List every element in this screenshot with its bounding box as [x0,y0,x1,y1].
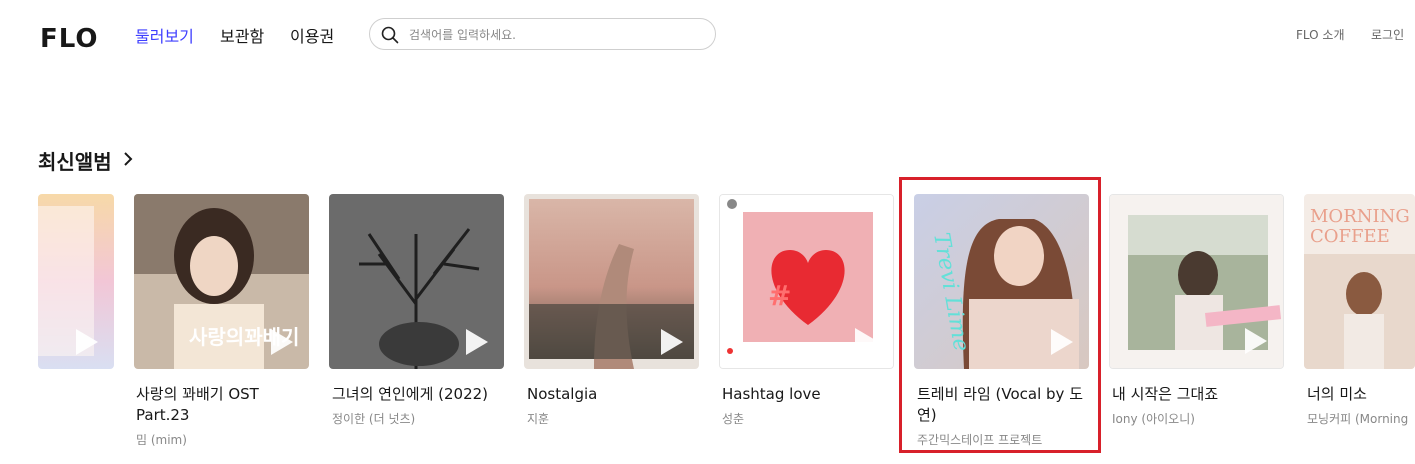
album-cover[interactable]: # [719,194,894,369]
album-artist[interactable]: 모닝커피 (Morning [1307,410,1415,427]
album-cover-partial[interactable] [38,194,114,369]
album-artist[interactable]: 정이한 (더 넛츠) [332,410,508,427]
album-artist[interactable]: 성춘 [722,410,898,427]
svg-text:MORNING: MORNING [1310,206,1410,227]
album-title[interactable]: Nostalgia [527,384,703,405]
album-title[interactable]: 너의 미소 [1307,384,1415,405]
play-icon[interactable] [661,329,683,355]
login-link[interactable]: 로그인 [1371,26,1404,43]
nav-subscription[interactable]: 이용권 [290,23,334,47]
search-input[interactable] [407,25,701,45]
play-icon[interactable] [1051,329,1073,355]
nav-library[interactable]: 보관함 [220,23,264,47]
album-artist[interactable]: Iony (아이오니) [1112,410,1288,427]
album-cover[interactable] [1109,194,1284,369]
search-icon [381,26,399,44]
search-box[interactable] [369,18,716,50]
album-title[interactable]: 그녀의 연인에게 (2022) [332,384,508,405]
svg-text:COFFEE: COFFEE [1310,226,1390,247]
about-flo-link[interactable]: FLO 소개 [1296,26,1345,43]
album-cover[interactable]: 사랑의꽈배기 [134,194,309,369]
album-title[interactable]: Hashtag love [722,384,898,405]
album-artist[interactable]: 밈 (mim) [136,431,312,448]
section-title[interactable]: 최신앨범 [38,146,112,175]
album-cover[interactable] [329,194,504,369]
album-art: MORNING COFFEE [1304,194,1415,369]
play-icon[interactable] [466,329,488,355]
album-title[interactable]: 내 시작은 그대죠 [1112,384,1288,405]
album-artist[interactable]: 지훈 [527,410,703,427]
svg-text:#: # [768,279,791,312]
play-icon[interactable] [76,329,98,355]
flo-logo[interactable]: FLO [40,24,99,54]
play-icon[interactable] [1245,328,1267,354]
chevron-right-icon[interactable] [122,150,134,168]
play-icon[interactable] [855,328,877,354]
nav-browse[interactable]: 둘러보기 [135,23,194,47]
album-title[interactable]: 사랑의 꽈배기 OST Part.23 [136,384,312,426]
album-cover[interactable] [524,194,699,369]
album-artist[interactable]: 주간믹스테이프 프로젝트 [917,431,1093,448]
album-cover[interactable]: Trevi Lime [914,194,1089,369]
play-icon[interactable] [271,329,293,355]
album-title[interactable]: 트레비 라임 (Vocal by 도연) [917,384,1093,426]
album-cover-partial[interactable]: MORNING COFFEE [1304,194,1415,369]
